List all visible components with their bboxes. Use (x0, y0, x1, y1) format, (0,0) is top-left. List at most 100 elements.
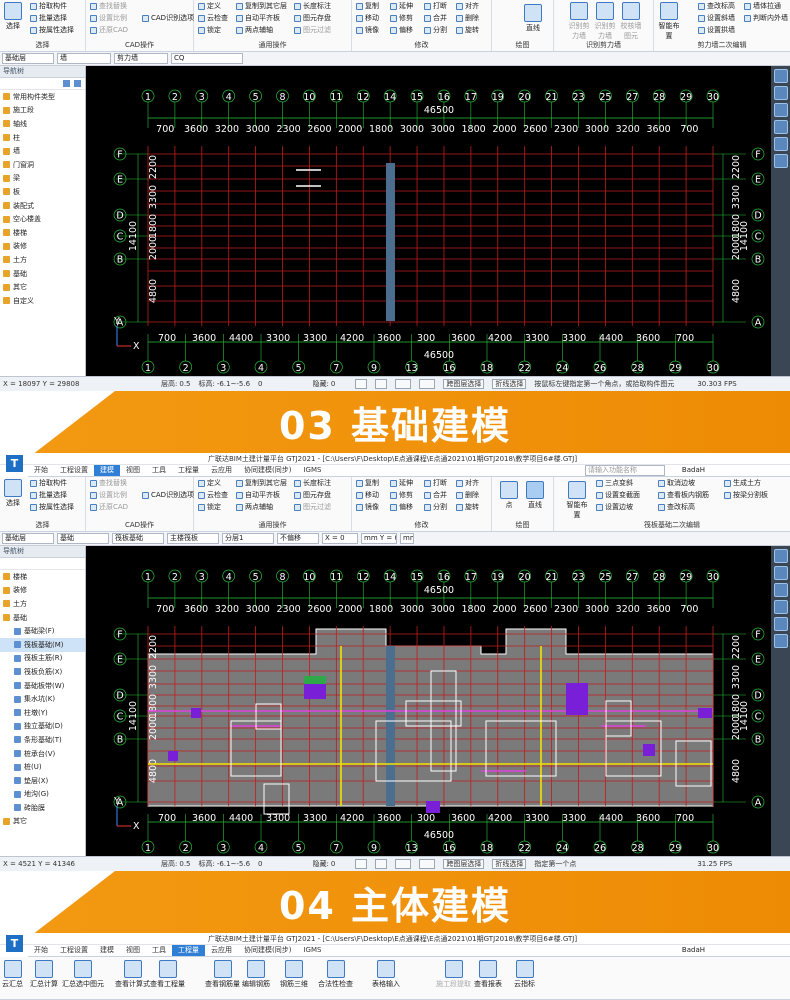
top-view-icon[interactable] (773, 566, 788, 580)
nav-item[interactable]: 自定义 (0, 294, 85, 308)
nav-subitem[interactable]: 条形基础(T) (0, 733, 85, 747)
tab-3[interactable]: 视图 (120, 465, 146, 476)
set-scale-button-2[interactable]: 设置比例 (90, 490, 127, 500)
point-draw-button[interactable]: 点 (498, 481, 520, 510)
copy-to-layer-button-2[interactable]: 复制到其它层 (236, 478, 287, 488)
length-dim-button-2[interactable]: 长度标注 (294, 478, 331, 488)
rotate-button[interactable]: 旋转 (456, 25, 479, 35)
select-by-attr-button-2[interactable]: 按属性选择 (30, 502, 74, 512)
break-button[interactable]: 打断 (424, 1, 447, 11)
line-draw-button-2[interactable]: 直线 (524, 481, 546, 510)
cross-layer-select-btn-2[interactable]: 跨图层选择 (443, 859, 485, 869)
orbit-icon[interactable] (773, 69, 788, 83)
tab-5[interactable]: 工程量 (172, 945, 205, 956)
rotate-button-2[interactable]: 旋转 (456, 502, 479, 512)
ribbon3-button-9[interactable]: 表格输入 (372, 960, 400, 989)
nav-item[interactable]: 其它 (0, 815, 85, 829)
nav-subitem[interactable]: 柱墩(Y) (0, 706, 85, 720)
point-toggle-1[interactable] (419, 379, 436, 389)
ortho-toggle-1[interactable] (375, 379, 388, 389)
nav-item[interactable]: 轴线 (0, 117, 85, 131)
smart-layout-button[interactable]: 智能布置 (658, 2, 680, 41)
cloud-check-button-2[interactable]: 云检查 (198, 490, 228, 500)
length-dim-button[interactable]: 长度标注 (294, 1, 331, 11)
move-button[interactable]: 移动 (356, 13, 379, 23)
ribbon3-button-6[interactable]: 编辑钢筋 (242, 960, 270, 989)
recognize-wall-button[interactable]: 识别剪力墙 (568, 2, 590, 41)
tree-view-icon[interactable] (74, 80, 81, 87)
arch-wall-button[interactable]: 设置拱墙 (698, 25, 735, 35)
generate-earthwork-button[interactable]: 生成土方 (724, 478, 761, 488)
toolbar2-field-5[interactable]: 不偏移 (277, 533, 319, 544)
auto-flush-button-2[interactable]: 自动平齐板 (236, 490, 280, 500)
nav-item[interactable]: 其它 (0, 280, 85, 294)
toolbar2-field-8[interactable]: mm (400, 533, 414, 544)
mirror-button[interactable]: 镜像 (356, 25, 379, 35)
delete-button[interactable]: 删除 (456, 13, 479, 23)
floor-select[interactable]: 基础层 (2, 53, 54, 64)
point-toggle-2[interactable] (419, 859, 436, 869)
tab-5[interactable]: 工程量 (172, 465, 205, 476)
tab-8[interactable]: IGMS (297, 465, 327, 476)
align-button[interactable]: 对齐 (456, 1, 479, 11)
toolbar2-field-1[interactable]: 基础 (57, 533, 109, 544)
nav-subitem[interactable]: 桩承台(V) (0, 747, 85, 761)
trim-button[interactable]: 修剪 (390, 13, 413, 23)
nav-subitem[interactable]: 筏板负筋(X) (0, 665, 85, 679)
find-replace-button-2[interactable]: 查找替换 (90, 478, 127, 488)
refresh-icon[interactable] (773, 137, 788, 151)
nav-subitem[interactable]: 独立基础(D) (0, 720, 85, 734)
iso-view-icon[interactable] (773, 120, 788, 134)
nav-item[interactable]: 土方 (0, 597, 85, 611)
list-view-icon[interactable] (63, 80, 70, 87)
app-logo-3[interactable]: T (6, 935, 23, 952)
ribbon3-button-7[interactable]: 钢筋三维 (280, 960, 308, 989)
nav-item[interactable]: 基础 (0, 267, 85, 281)
tab-8[interactable]: IGMS (297, 945, 327, 956)
filter-elements-button-2[interactable]: 图元过滤 (294, 502, 331, 512)
tab-2[interactable]: 建模 (94, 465, 120, 476)
smart-layout-button-2[interactable]: 智能布置 (566, 481, 588, 520)
tab-7[interactable]: 协同建模(同步) (238, 465, 297, 476)
edit-elevation-button[interactable]: 查改标高 (698, 1, 735, 11)
toolbar2-field-0[interactable]: 基础层 (2, 533, 54, 544)
layer-icon[interactable] (773, 154, 788, 168)
nav-item[interactable]: 板 (0, 185, 85, 199)
nav-item[interactable]: 墙 (0, 144, 85, 158)
tab-1[interactable]: 工程设置 (54, 465, 94, 476)
tab-6[interactable]: 云应用 (205, 465, 238, 476)
nav-item[interactable]: 门窗洞 (0, 158, 85, 172)
auto-flush-button[interactable]: 自动平齐板 (236, 13, 280, 23)
tab-0[interactable]: 开始 (28, 945, 54, 956)
ribbon3-button-12[interactable]: 云指标 (514, 960, 535, 989)
user-name-2[interactable]: BadaH (682, 466, 705, 474)
check-wall-button[interactable]: 校核墙图元 (620, 2, 642, 41)
nav-item[interactable]: 施工段 (0, 104, 85, 118)
view-slab-rebar-button[interactable]: 查看板内钢筋 (658, 490, 709, 500)
ribbon3-button-0[interactable]: 云汇总 (2, 960, 23, 989)
wall-stretch-button[interactable]: 墙体拉通 (744, 1, 781, 11)
nav-subitem[interactable]: 桩(U) (0, 760, 85, 774)
trim-button-2[interactable]: 修剪 (390, 490, 413, 500)
cad-options-button[interactable]: CAD识别选项 (142, 13, 194, 23)
nav-subitem[interactable]: 砖胎膜 (0, 801, 85, 815)
offset-button-2[interactable]: 偏移 (390, 502, 413, 512)
two-point-axis-button-2[interactable]: 两点辅轴 (236, 502, 273, 512)
define-button-2[interactable]: 定义 (198, 478, 221, 488)
polyline-select-btn-2[interactable]: 折线选择 (492, 859, 527, 869)
batch-select-button-2[interactable]: 批量选择 (30, 490, 67, 500)
top-view-icon[interactable] (773, 86, 788, 100)
nav-subitem[interactable]: 基础板带(W) (0, 679, 85, 693)
tab-4[interactable]: 工具 (146, 945, 172, 956)
snap-toggle-1[interactable] (355, 379, 368, 389)
nav-subitem[interactable]: 筏板基础(M) (0, 637, 85, 652)
break-button-2[interactable]: 打断 (424, 478, 447, 488)
filter-elements-button[interactable]: 图元过滤 (294, 25, 331, 35)
extend-button[interactable]: 延伸 (390, 1, 413, 11)
nav-subitem[interactable]: 垫层(X) (0, 774, 85, 788)
copy-button-2[interactable]: 复制 (356, 478, 379, 488)
nav-item[interactable]: 梁 (0, 172, 85, 186)
ribbon3-button-3[interactable]: 查看计算式 (115, 960, 150, 989)
save-elements-button-2[interactable]: 图元存盘 (294, 490, 331, 500)
tab-2[interactable]: 建模 (94, 945, 120, 956)
